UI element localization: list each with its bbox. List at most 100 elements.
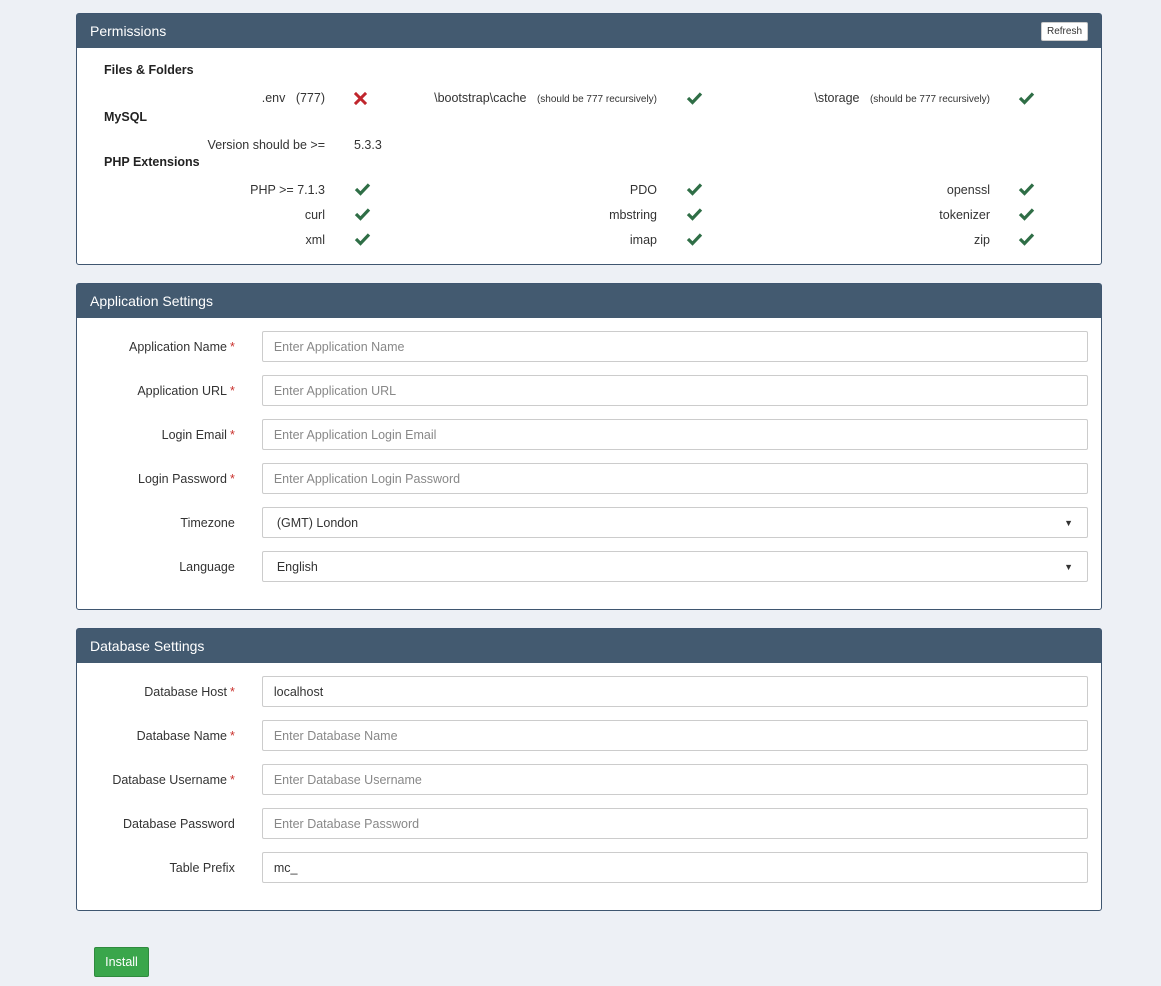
db-name-row: Database Name *	[90, 720, 1088, 751]
label-text: Database Username	[112, 772, 227, 787]
timezone-value: (GMT) London	[276, 515, 359, 530]
check-icon	[686, 207, 703, 221]
permissions-title: Permissions	[90, 23, 167, 39]
application-settings-body: Application Name* Application URL* Login…	[77, 318, 1101, 609]
file-item-storage: \storage (should be 777 recursively)	[814, 91, 990, 105]
file-item-env: .env (777)	[262, 91, 325, 105]
file-note: (should be 777 recursively)	[536, 94, 657, 105]
table-prefix-input[interactable]	[261, 852, 1088, 883]
permissions-panel: Permissions Refresh Files & Folders .env…	[76, 13, 1102, 265]
table-prefix-label: Table Prefix	[169, 860, 235, 875]
extension-label: PHP >= 7.1.3	[250, 183, 325, 197]
db-name-input[interactable]	[261, 720, 1088, 751]
label-text: Login Email	[161, 427, 227, 442]
login-email-input[interactable]	[261, 419, 1088, 450]
check-icon	[1018, 207, 1035, 221]
cross-icon	[354, 92, 367, 105]
language-select[interactable]: English ▼	[261, 551, 1088, 582]
check-icon	[354, 207, 371, 221]
login-email-label: Login Email *	[90, 428, 235, 442]
application-settings-panel: Application Settings Application Name* A…	[76, 283, 1102, 610]
file-name: .env	[261, 91, 286, 105]
timezone-label: Timezone	[180, 515, 235, 530]
app-name-row: Application Name *	[90, 331, 1088, 362]
db-password-input[interactable]	[261, 808, 1088, 839]
language-label: Language	[179, 559, 235, 574]
file-item-bootstrap-cache: \bootstrap\cache (should be 777 recursiv…	[434, 91, 657, 105]
database-settings-title: Database Settings	[90, 638, 205, 654]
db-username-row: Database Username *	[90, 764, 1088, 795]
caret-down-icon: ▼	[1064, 561, 1073, 572]
login-email-row: Login Email *	[90, 419, 1088, 450]
app-name-label: Application Name *	[90, 340, 235, 354]
language-value: English	[276, 559, 318, 574]
db-host-row: Database Host *	[90, 676, 1088, 707]
language-row: Language English ▼	[90, 551, 1088, 582]
application-settings-heading: Application Settings	[77, 284, 1101, 318]
file-name: \storage	[814, 91, 860, 105]
label-text: Application Name	[129, 339, 227, 354]
application-settings-title: Application Settings	[90, 293, 213, 309]
app-name-input[interactable]	[261, 331, 1088, 362]
app-url-label: Application URL *	[90, 384, 235, 398]
db-password-label: Database Password	[122, 816, 235, 831]
mysql-version-label: Version should be >=	[207, 138, 325, 152]
db-username-input[interactable]	[261, 764, 1088, 795]
label-text: Application URL	[137, 383, 227, 398]
extension-label: zip	[974, 233, 990, 247]
mysql-version-value: 5.3.3	[354, 138, 382, 152]
extension-label: xml	[305, 233, 325, 247]
required-mark: *	[229, 684, 235, 699]
extension-label: openssl	[946, 183, 990, 197]
extension-label: PDO	[629, 183, 657, 197]
mysql-title: MySQL	[104, 110, 148, 124]
login-password-input[interactable]	[261, 463, 1088, 494]
app-url-row: Application URL *	[90, 375, 1088, 406]
login-password-row: Login Password *	[90, 463, 1088, 494]
db-username-label: Database Username *	[90, 773, 235, 787]
check-icon	[686, 182, 703, 196]
required-mark: *	[229, 383, 235, 398]
table-prefix-row: Table Prefix	[90, 852, 1088, 883]
check-icon	[686, 232, 703, 246]
install-button[interactable]: Install	[94, 947, 149, 977]
check-icon	[354, 182, 371, 196]
extension-label: mbstring	[609, 208, 657, 222]
extension-label: imap	[629, 233, 657, 247]
db-host-input[interactable]	[261, 676, 1088, 707]
database-settings-panel: Database Settings Database Host* Databas…	[76, 628, 1102, 911]
caret-down-icon: ▼	[1064, 517, 1073, 528]
app-url-input[interactable]	[261, 375, 1088, 406]
check-icon	[1018, 182, 1035, 196]
file-note: (777)	[295, 91, 325, 105]
refresh-button[interactable]: Refresh	[1040, 21, 1088, 41]
check-icon	[686, 91, 703, 105]
php-extensions-title: PHP Extensions	[104, 155, 200, 169]
file-name: \bootstrap\cache	[434, 91, 527, 105]
required-mark: *	[229, 471, 235, 486]
required-mark: *	[229, 772, 235, 787]
label-text: Database Name	[136, 728, 227, 743]
permissions-heading: Permissions Refresh	[77, 14, 1101, 48]
database-settings-body: Database Host* Database Name* Database U…	[77, 663, 1101, 910]
db-name-label: Database Name *	[90, 729, 235, 743]
required-mark: *	[229, 728, 235, 743]
label-text: Login Password	[138, 471, 227, 486]
timezone-row: Timezone (GMT) London ▼	[90, 507, 1088, 538]
required-mark: *	[229, 339, 235, 354]
file-note: (should be 777 recursively)	[869, 94, 990, 105]
check-icon	[1018, 91, 1035, 105]
database-settings-heading: Database Settings	[77, 629, 1101, 663]
timezone-select[interactable]: (GMT) London ▼	[261, 507, 1088, 538]
check-icon	[354, 232, 371, 246]
files-folders-title: Files & Folders	[104, 63, 194, 77]
label-text: Database Host	[144, 684, 227, 699]
login-password-label: Login Password *	[90, 472, 235, 486]
extension-label: tokenizer	[939, 208, 990, 222]
db-host-label: Database Host *	[90, 685, 235, 699]
db-password-row: Database Password	[90, 808, 1088, 839]
required-mark: *	[229, 427, 235, 442]
check-icon	[1018, 232, 1035, 246]
extension-label: curl	[304, 208, 325, 222]
permissions-body: Files & Folders .env (777) \bootstrap\ca…	[77, 48, 1101, 264]
